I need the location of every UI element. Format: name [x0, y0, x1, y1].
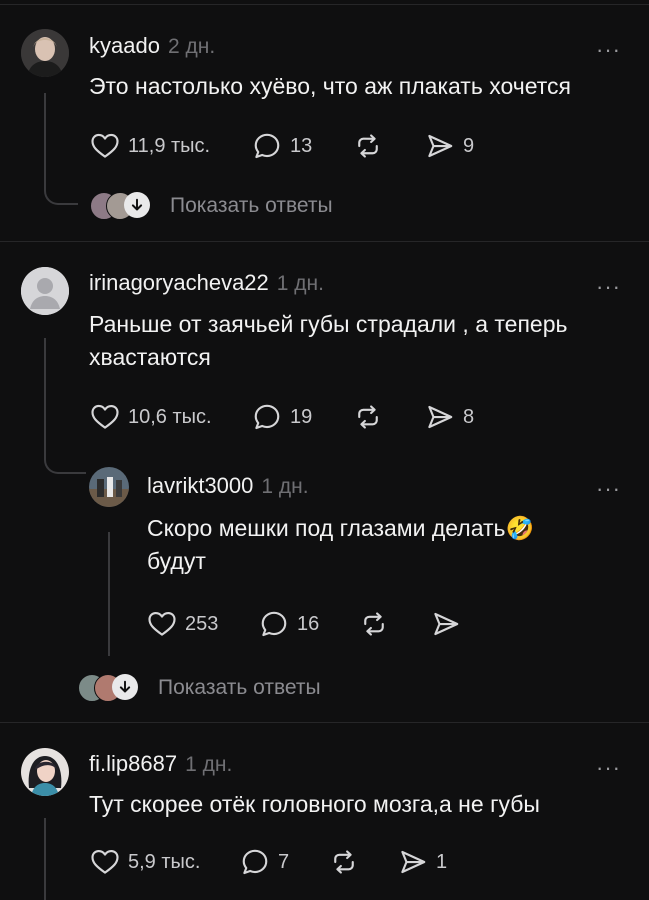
heart-icon — [90, 402, 120, 432]
comment-2: irinagoryacheva22 1 дн. ··· Раньше от зая… — [0, 242, 649, 722]
share-button[interactable]: 9 — [425, 131, 474, 161]
username[interactable]: fi.lip8687 1 дн. — [89, 751, 232, 778]
repost-icon — [353, 402, 383, 432]
repost-button[interactable] — [353, 402, 383, 432]
username[interactable]: lavrikt3000 1 дн. — [147, 473, 309, 500]
reply-button[interactable]: 19 — [252, 402, 312, 432]
reply-avatars — [90, 192, 154, 220]
more-options-icon[interactable]: ··· — [596, 478, 621, 500]
show-replies-button[interactable]: Показать ответы — [90, 192, 333, 220]
reply-avatars — [78, 674, 142, 702]
repost-icon — [353, 131, 383, 161]
reply-button[interactable]: 13 — [252, 131, 312, 161]
comment-bubble-icon — [252, 402, 282, 432]
default-avatar-icon — [21, 267, 69, 315]
more-options-icon[interactable]: ··· — [596, 39, 621, 61]
like-button[interactable]: 11,9 тыс. — [90, 131, 210, 161]
repost-button[interactable] — [329, 847, 359, 877]
username-text: fi.lip8687 — [89, 751, 178, 776]
comment-text: Это настолько хуёво, что аж плакать хоче… — [89, 73, 571, 99]
reply-button[interactable]: 7 — [240, 847, 289, 877]
avatar[interactable] — [21, 748, 69, 796]
repost-button[interactable] — [359, 609, 389, 639]
thread-line — [44, 338, 46, 448]
reply-count: 7 — [278, 850, 290, 873]
arrow-down-icon — [112, 674, 138, 700]
username-text: irinagoryacheva22 — [89, 270, 269, 295]
thread-line — [44, 93, 46, 173]
reply-count: 19 — [290, 405, 313, 428]
username[interactable]: kyaado 2 дн. — [89, 33, 215, 60]
user-photo-icon — [89, 467, 129, 507]
reply-comment: lavrikt3000 1 дн. ··· Скоро мешки под гла… — [0, 464, 649, 664]
timestamp: 1 дн. — [185, 753, 233, 776]
send-icon — [425, 402, 455, 432]
share-count: 8 — [463, 405, 475, 428]
comment-bubble-icon — [240, 847, 270, 877]
comment-1: kyaado 2 дн. ··· Это настолько хуёво, что… — [0, 5, 649, 241]
like-count: 253 — [185, 612, 219, 635]
user-photo-icon — [21, 29, 69, 77]
send-icon — [398, 847, 428, 877]
reply-count: 16 — [297, 612, 320, 635]
send-icon — [425, 131, 455, 161]
like-button[interactable]: 5,9 тыс. — [90, 847, 200, 877]
timestamp: 2 дн. — [167, 35, 216, 58]
timestamp: 1 дн. — [261, 475, 309, 498]
timestamp: 1 дн. — [276, 272, 324, 295]
reply-count: 13 — [290, 134, 313, 157]
username-text: lavrikt3000 — [147, 473, 254, 498]
user-photo-icon — [21, 748, 69, 796]
comment-text: Раньше от заячьей губы страдали , а тепе… — [89, 311, 568, 370]
like-count: 10,6 тыс. — [128, 405, 212, 428]
thread-curve — [44, 165, 78, 205]
thread-line — [44, 818, 46, 900]
username-text: kyaado — [89, 33, 160, 58]
show-replies-label: Показать ответы — [158, 676, 321, 699]
username[interactable]: irinagoryacheva22 1 дн. — [89, 270, 324, 297]
repost-icon — [359, 609, 389, 639]
comment-text: Тут скорее отёк головного мозга,а не губ… — [89, 791, 540, 817]
comment-bubble-icon — [259, 609, 289, 639]
comment-bubble-icon — [252, 131, 282, 161]
comment-text: Скоро мешки под глазами делать🤣 будут — [147, 515, 535, 574]
more-options-icon[interactable]: ··· — [596, 757, 621, 779]
heart-icon — [147, 609, 177, 639]
share-button[interactable]: 1 — [398, 847, 447, 877]
show-replies-button[interactable]: Показать ответы — [78, 674, 321, 702]
avatar[interactable] — [89, 467, 129, 507]
share-button[interactable]: 8 — [425, 402, 474, 432]
heart-icon — [90, 847, 120, 877]
like-button[interactable]: 253 — [147, 609, 218, 639]
repost-icon — [329, 847, 359, 877]
send-icon — [431, 609, 461, 639]
reply-button[interactable]: 16 — [259, 609, 319, 639]
share-button[interactable] — [431, 609, 461, 639]
show-replies-label: Показать ответы — [170, 194, 333, 217]
like-count: 5,9 тыс. — [128, 850, 201, 873]
avatar[interactable] — [21, 267, 69, 315]
share-count: 9 — [463, 134, 475, 157]
repost-button[interactable] — [353, 131, 383, 161]
arrow-down-icon — [124, 192, 150, 218]
comment-3: fi.lip8687 1 дн. ··· Тут скорее отёк голо… — [0, 723, 649, 900]
like-button[interactable]: 10,6 тыс. — [90, 402, 212, 432]
thread-line — [108, 532, 110, 656]
more-options-icon[interactable]: ··· — [596, 276, 621, 298]
avatar[interactable] — [21, 29, 69, 77]
like-count: 11,9 тыс. — [128, 134, 211, 157]
share-count: 1 — [436, 850, 448, 873]
heart-icon — [90, 131, 120, 161]
